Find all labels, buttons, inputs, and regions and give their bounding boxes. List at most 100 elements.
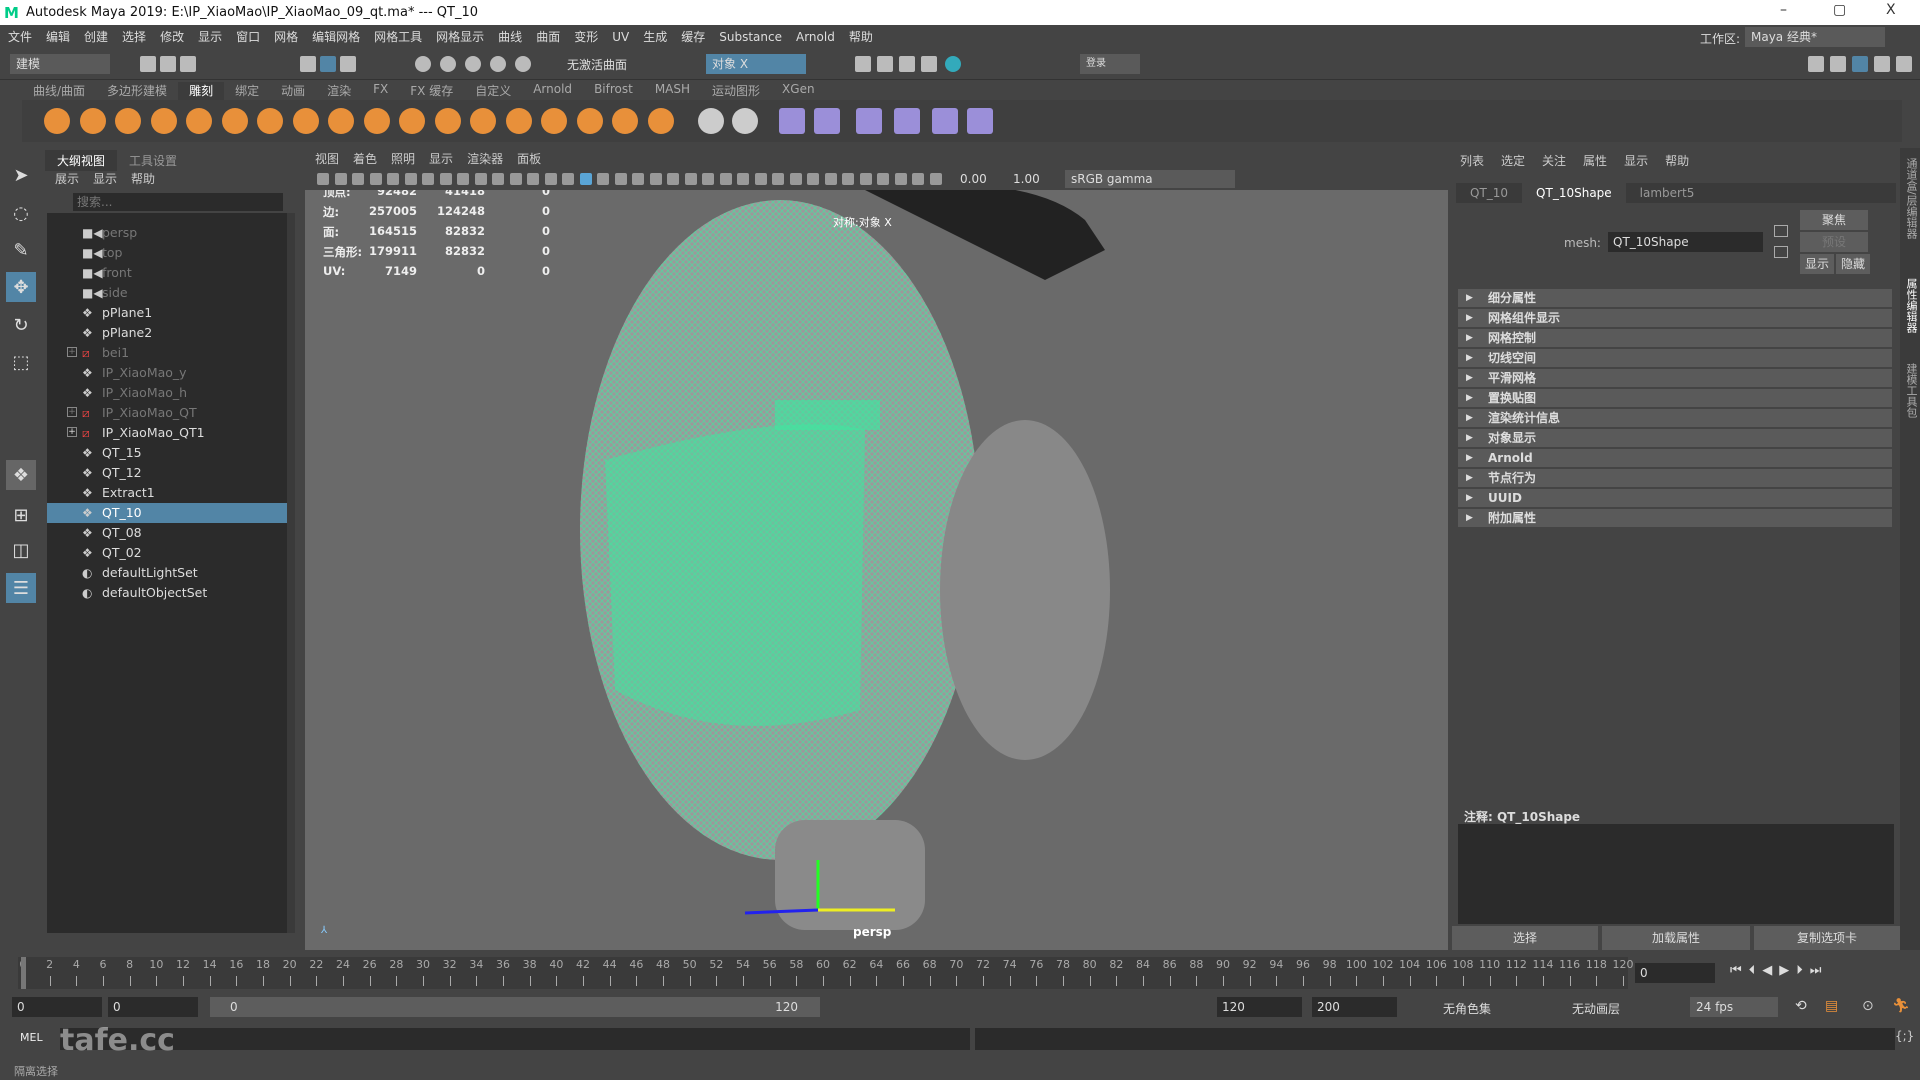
- snap-view-icon[interactable]: [490, 56, 506, 72]
- sculpt-brush-icon[interactable]: [79, 108, 106, 134]
- outliner-menu-display[interactable]: 展示: [55, 170, 79, 187]
- viewport-menu-3[interactable]: 显示: [429, 150, 453, 167]
- human-ik-icon[interactable]: [1830, 56, 1846, 72]
- viewport-canvas[interactable]: 顶点: 92482 41418 0 边: 257005 124248 0 面: 164515 828…: [305, 190, 1448, 950]
- viewport-tool-icon[interactable]: [929, 173, 942, 185]
- outliner-item[interactable]: ❖ pPlane2: [47, 323, 287, 343]
- ae-menu-0[interactable]: 列表: [1460, 152, 1484, 169]
- mesh-name-input[interactable]: QT_10Shape: [1608, 232, 1763, 252]
- viewport-tool-icon[interactable]: [422, 173, 434, 185]
- playback-start-field[interactable]: 0: [108, 997, 198, 1017]
- outliner-item[interactable]: ❖ QT_02: [47, 543, 287, 563]
- viewport-tool-icon[interactable]: [474, 173, 487, 185]
- shelf-tool-icon[interactable]: [967, 108, 993, 134]
- ipr-render-icon[interactable]: [899, 56, 915, 72]
- expand-icon[interactable]: +: [67, 407, 77, 417]
- viewport-tool-icon[interactable]: [894, 173, 907, 185]
- shelf-tab-13[interactable]: XGen: [771, 82, 826, 100]
- viewport-tool-icon[interactable]: [859, 173, 872, 185]
- viewport-tool-icon[interactable]: [352, 173, 364, 185]
- ae-section[interactable]: ▶ 对象显示: [1458, 429, 1892, 447]
- save-scene-icon[interactable]: [180, 56, 196, 72]
- select-component-icon[interactable]: [340, 56, 356, 72]
- sculpt-brush-icon[interactable]: [399, 108, 425, 134]
- shelf-tool-icon[interactable]: [698, 108, 724, 134]
- outliner-item[interactable]: + ⧄ bei1: [47, 343, 287, 363]
- outliner-item[interactable]: + ⧄ IP_XiaoMao_QT1: [47, 423, 287, 443]
- outliner-item[interactable]: ❖ IP_XiaoMao_y: [47, 363, 287, 383]
- menu-4[interactable]: 修改: [160, 28, 184, 45]
- viewport-tool-icon[interactable]: [824, 173, 837, 185]
- viewport-menu-1[interactable]: 着色: [353, 150, 377, 167]
- presets-button[interactable]: 预设: [1800, 232, 1868, 252]
- sculpt-brush-icon[interactable]: [292, 108, 319, 134]
- outliner-item[interactable]: ■◀ persp: [47, 223, 287, 243]
- ae-menu-2[interactable]: 关注: [1542, 152, 1566, 169]
- shelf-tab-5[interactable]: 渲染: [316, 82, 362, 100]
- snap-point-icon[interactable]: [465, 56, 481, 72]
- sculpt-brush-icon[interactable]: [257, 108, 283, 134]
- menu-14[interactable]: UV: [612, 30, 629, 44]
- menu-15[interactable]: 生成: [643, 28, 667, 45]
- sculpt-brush-icon[interactable]: [115, 108, 141, 134]
- minimize-button[interactable]: –: [1780, 2, 1787, 18]
- ae-tab-2[interactable]: lambert5: [1626, 183, 1709, 203]
- menu-6[interactable]: 窗口: [236, 28, 260, 45]
- viewport-tool-icon[interactable]: [334, 173, 347, 185]
- menu-10[interactable]: 网格显示: [436, 28, 484, 45]
- select-hierarchy-icon[interactable]: [300, 56, 316, 72]
- shelf-tool-icon[interactable]: [856, 108, 882, 134]
- loop-icon[interactable]: ⟲: [1795, 998, 1807, 1014]
- sculpt-brush-icon[interactable]: [612, 108, 638, 134]
- outliner-item[interactable]: ◐ defaultObjectSet: [47, 583, 287, 603]
- script-editor-icon[interactable]: {;}: [1895, 1029, 1914, 1043]
- ae-menu-4[interactable]: 显示: [1624, 152, 1648, 169]
- sculpt-brush-icon[interactable]: [328, 108, 354, 134]
- outliner-item[interactable]: ❖ IP_XiaoMao_h: [47, 383, 287, 403]
- outliner-item[interactable]: ❖ pPlane1: [47, 303, 287, 323]
- command-input[interactable]: [60, 1028, 970, 1050]
- outliner-item[interactable]: ❖ Extract1: [47, 483, 287, 503]
- shelf-tab-6[interactable]: FX: [362, 82, 399, 100]
- outliner-item[interactable]: ■◀ side: [47, 283, 287, 303]
- menu-7[interactable]: 网格: [274, 28, 298, 45]
- viewport-tool-icon[interactable]: [387, 173, 399, 185]
- tab-tool-settings[interactable]: 工具设置: [117, 150, 189, 171]
- load-input-icon[interactable]: [1774, 225, 1788, 237]
- outliner-item[interactable]: ❖ QT_12: [47, 463, 287, 483]
- maximize-button[interactable]: ▢: [1833, 2, 1846, 18]
- anim-layer-dropdown[interactable]: 无动画层: [1572, 1000, 1620, 1017]
- shelf-tab-9[interactable]: Arnold: [522, 82, 583, 100]
- menu-5[interactable]: 显示: [198, 28, 222, 45]
- viewport-tool-icon[interactable]: [772, 173, 784, 185]
- viewport-tool-icon[interactable]: [562, 173, 574, 185]
- select-tool-icon[interactable]: ➤: [6, 160, 36, 190]
- shelf-tool-icon[interactable]: [814, 108, 840, 134]
- anim-prefs-icon[interactable]: ⊙: [1862, 998, 1874, 1014]
- outliner-item[interactable]: ■◀ top: [47, 243, 287, 263]
- viewport-tool-icon[interactable]: [457, 173, 469, 185]
- exposure-value[interactable]: 0.00: [960, 172, 987, 186]
- shelf-tool-icon[interactable]: [932, 108, 958, 134]
- paint-select-tool-icon[interactable]: ✎: [6, 235, 36, 265]
- ae-section[interactable]: ▶ 网格控制: [1458, 329, 1892, 347]
- ae-section[interactable]: ▶ Arnold: [1458, 449, 1892, 467]
- outliner-item[interactable]: ❖ QT_08: [47, 523, 287, 543]
- sculpt-brush-icon[interactable]: [150, 108, 177, 134]
- hide-button[interactable]: 隐藏: [1836, 254, 1870, 274]
- viewport-menu-5[interactable]: 面板: [517, 150, 541, 167]
- load-output-icon[interactable]: [1774, 246, 1788, 258]
- shelf-tab-0[interactable]: 曲线/曲面: [22, 82, 96, 100]
- fps-dropdown[interactable]: 24 fps: [1690, 997, 1778, 1017]
- viewport-tool-icon[interactable]: [632, 173, 644, 185]
- outliner-menu-help[interactable]: 帮助: [131, 170, 155, 187]
- auto-key-icon[interactable]: ▤: [1825, 998, 1838, 1014]
- shelf-tab-11[interactable]: MASH: [644, 82, 701, 100]
- playback-end-field[interactable]: 120: [1217, 997, 1302, 1017]
- select-object-icon[interactable]: [320, 56, 336, 72]
- render-settings-icon[interactable]: [921, 56, 937, 72]
- outliner-search-input[interactable]: 搜索...: [73, 193, 283, 211]
- copy-tab-button[interactable]: 复制选项卡: [1754, 926, 1900, 950]
- viewport-tool-icon[interactable]: [439, 173, 452, 185]
- viewport-tool-icon[interactable]: [667, 173, 679, 185]
